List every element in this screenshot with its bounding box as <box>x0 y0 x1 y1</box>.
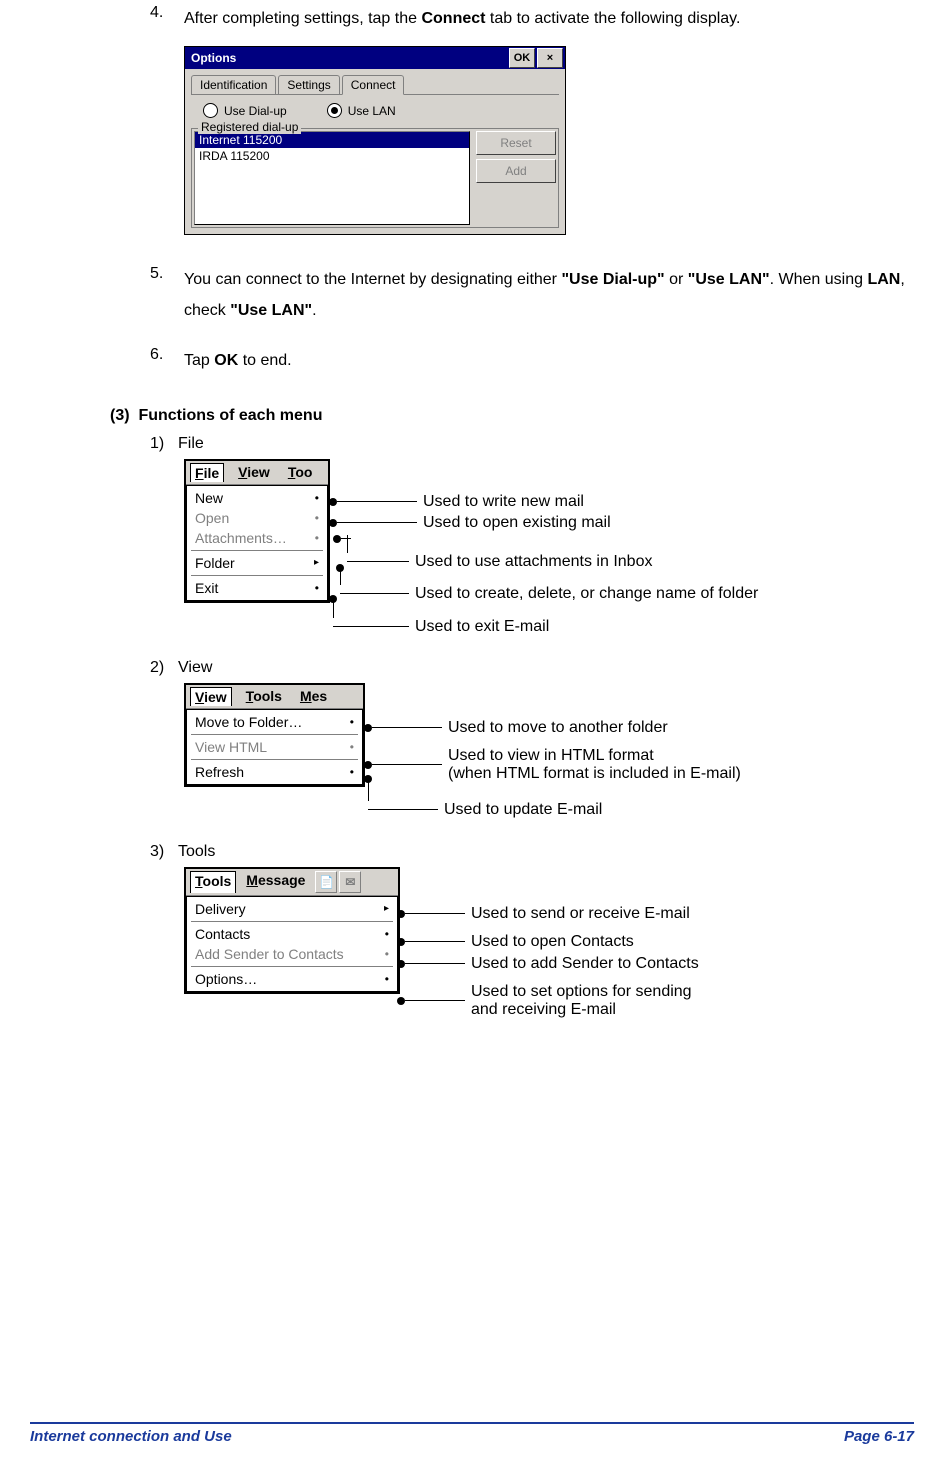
ok-button[interactable]: OK <box>509 48 535 68</box>
step-text: You can connect to the Internet by desig… <box>184 265 914 326</box>
tab-connect[interactable]: Connect <box>342 75 405 95</box>
dialog-title: Options <box>191 51 507 65</box>
add-button[interactable]: Add <box>476 159 556 183</box>
toolbar-icon[interactable]: ✉ <box>339 871 361 893</box>
page-footer: Internet connection and Use Page 6-17 <box>30 1422 914 1445</box>
subhead-file: 1)File <box>150 435 914 453</box>
close-button[interactable]: × <box>537 48 563 68</box>
radio-lan[interactable]: Use LAN <box>327 103 396 118</box>
tab-settings[interactable]: Settings <box>278 75 339 94</box>
annotation: Used to write new mail <box>423 493 584 511</box>
step-text: After completing settings, tap the Conne… <box>184 4 914 34</box>
list-item[interactable]: IRDA 115200 <box>195 148 469 164</box>
step-number: 6. <box>150 346 184 376</box>
step-number: 5. <box>150 265 184 326</box>
subhead-tools: 3)Tools <box>150 843 914 861</box>
menu-contacts[interactable]: Contacts• <box>187 924 397 944</box>
file-menu-screenshot: File View Too New• Open• Attachments…• F… <box>184 459 330 603</box>
toolbar-icon[interactable]: 📄 <box>315 871 337 893</box>
reset-button[interactable]: Reset <box>476 131 556 155</box>
options-dialog: Options OK × Identification Settings Con… <box>184 46 566 235</box>
list-item[interactable]: Internet 115200 <box>195 132 469 148</box>
radio-dialup[interactable]: Use Dial-up <box>203 103 287 118</box>
menubar-tools[interactable]: Tools <box>190 871 236 893</box>
menu-new[interactable]: New• <box>187 488 327 508</box>
annotation: Used to send or receive E-mail <box>471 905 690 923</box>
footer-page: Page 6-17 <box>844 1428 914 1445</box>
menu-attachments[interactable]: Attachments…• <box>187 528 327 548</box>
tab-identification[interactable]: Identification <box>191 75 276 94</box>
menu-view-html[interactable]: View HTML• <box>187 737 362 757</box>
menubar-view[interactable]: View <box>190 687 232 706</box>
annotation: Used to open Contacts <box>471 933 634 951</box>
menubar-view[interactable]: View <box>234 463 274 482</box>
dialup-list[interactable]: Internet 115200 IRDA 115200 <box>194 131 470 225</box>
footer-left: Internet connection and Use <box>30 1428 232 1445</box>
annotation: Used to set options for sendingand recei… <box>471 983 692 1019</box>
annotation: Used to use attachments in Inbox <box>415 553 652 571</box>
annotation: Used to open existing mail <box>423 514 611 532</box>
subhead-view: 2)View <box>150 659 914 677</box>
menubar-tools[interactable]: Too <box>284 463 317 482</box>
menu-delivery[interactable]: Delivery▸ <box>187 899 397 919</box>
menu-refresh[interactable]: Refresh• <box>187 762 362 782</box>
menubar-tools[interactable]: Tools <box>242 687 286 706</box>
menu-options[interactable]: Options…• <box>187 969 397 989</box>
menu-open[interactable]: Open• <box>187 508 327 528</box>
menu-move-folder[interactable]: Move to Folder…• <box>187 712 362 732</box>
step-text: Tap OK to end. <box>184 346 914 376</box>
annotation: Used to create, delete, or change name o… <box>415 585 758 603</box>
annotation: Used to add Sender to Contacts <box>471 955 699 973</box>
menu-exit[interactable]: Exit• <box>187 578 327 598</box>
tools-menu-screenshot: Tools Message 📄 ✉ Delivery▸ Contacts• Ad… <box>184 867 400 994</box>
annotation: Used to view in HTML format(when HTML fo… <box>448 747 741 783</box>
titlebar: Options OK × <box>185 47 565 69</box>
step-number: 4. <box>150 4 184 34</box>
view-menu-screenshot: View Tools Mes Move to Folder…• View HTM… <box>184 683 365 787</box>
fieldset-legend: Registered dial-up <box>198 120 301 134</box>
menubar-message[interactable]: Message <box>242 871 309 893</box>
annotation: Used to update E-mail <box>444 801 602 819</box>
section-heading: (3) Functions of each menu <box>110 407 914 425</box>
menubar-file[interactable]: File <box>190 463 224 482</box>
menu-add-sender[interactable]: Add Sender to Contacts• <box>187 944 397 964</box>
annotation: Used to move to another folder <box>448 719 668 737</box>
menu-folder[interactable]: Folder▸ <box>187 553 327 573</box>
annotation: Used to exit E-mail <box>415 618 549 636</box>
tabs: Identification Settings Connect <box>191 75 559 95</box>
menubar-message[interactable]: Mes <box>296 687 331 706</box>
